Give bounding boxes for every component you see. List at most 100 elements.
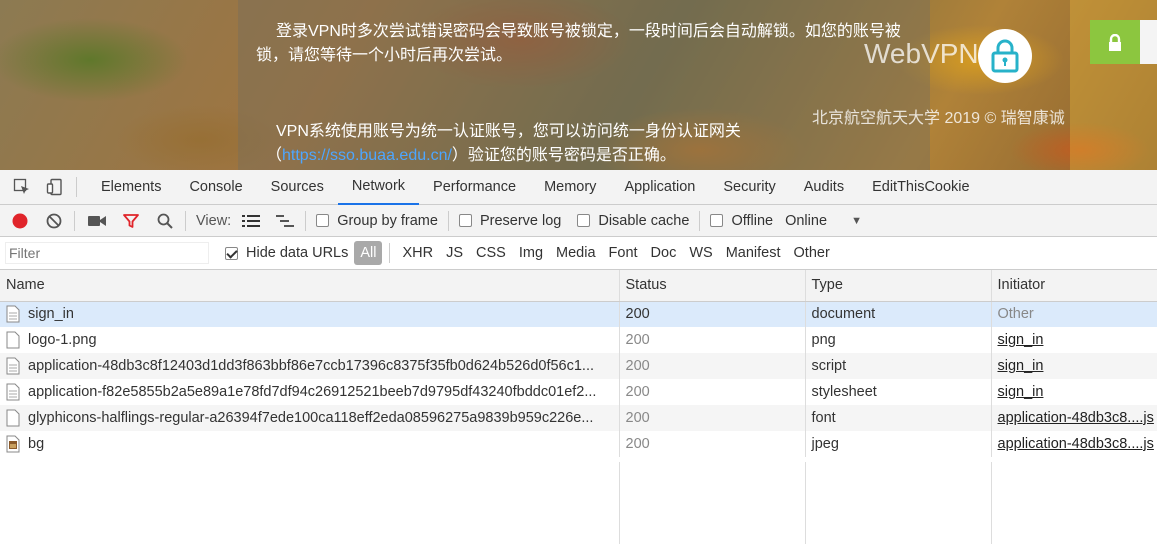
tab-performance[interactable]: Performance — [419, 170, 530, 205]
type-filter-img[interactable]: Img — [513, 241, 549, 265]
tab-audits[interactable]: Audits — [790, 170, 858, 205]
group-by-frame-label: Group by frame — [337, 212, 438, 229]
type-filter-font[interactable]: Font — [603, 241, 644, 265]
preserve-log-checkbox[interactable]: Preserve log — [458, 212, 562, 229]
column-divider — [805, 462, 806, 544]
search-icon[interactable] — [155, 211, 175, 231]
request-name-cell[interactable]: application-f82e5855b2a5e89a1e78fd7df94c… — [0, 379, 620, 405]
filter-icon[interactable] — [121, 211, 141, 231]
type-filter-ws[interactable]: WS — [683, 241, 718, 265]
column-type[interactable]: Type — [805, 270, 992, 302]
column-status[interactable]: Status — [619, 270, 806, 302]
request-name: application-f82e5855b2a5e89a1e78fd7df94c… — [28, 383, 597, 400]
preserve-log-box[interactable] — [458, 214, 472, 227]
group-by-frame-checkbox[interactable]: Group by frame — [316, 213, 438, 229]
initiator-link[interactable]: application-48db3c8....js — [998, 410, 1154, 426]
type-filter-css[interactable]: CSS — [470, 241, 512, 265]
tab-network[interactable]: Network — [337, 170, 420, 205]
tab-security[interactable]: Security — [709, 170, 789, 205]
toolbar-divider — [699, 210, 701, 231]
disable-cache-label: Disable cache — [598, 212, 690, 229]
login-button[interactable] — [1090, 20, 1140, 64]
filter-divider — [389, 243, 391, 263]
table-header: Name Status Type Initiator — [0, 270, 1157, 302]
hide-data-urls-checkbox[interactable]: Hide data URLs — [225, 245, 348, 261]
request-name: application-48db3c8f12403d1dd3f863bbf86e… — [28, 357, 595, 374]
disable-cache-checkbox[interactable]: Disable cache — [577, 213, 689, 229]
request-initiator: sign_in — [991, 327, 1157, 353]
request-name-cell[interactable]: glyphicons-halflings-regular-a26394f7ede… — [0, 405, 620, 431]
request-name: logo-1.png — [28, 331, 97, 348]
throttling-value: Online — [785, 212, 828, 229]
hide-data-urls-box[interactable] — [225, 246, 238, 260]
column-divider — [991, 462, 992, 544]
request-name-cell[interactable]: bg — [0, 431, 620, 457]
type-filter-all[interactable]: All — [354, 241, 383, 265]
request-type: jpeg — [805, 431, 992, 457]
request-initiator: Other — [991, 301, 1157, 327]
copyright-text: 北京航空航天大学 2019 © 瑞智康诚 — [812, 110, 1065, 127]
table-row[interactable]: logo-1.png 200 png sign_in — [0, 327, 1157, 353]
type-filter-js[interactable]: JS — [440, 241, 469, 265]
request-status: 200 — [619, 301, 806, 327]
devtools-tabbar: Elements Console Sources Network Perform… — [0, 170, 1157, 205]
waterfall-view-icon[interactable] — [275, 211, 295, 231]
webpage-background: 登录VPN时多次尝试错误密码会导致账号被锁定，一段时间后会自动解锁。如您的账号被… — [0, 0, 1157, 170]
request-status: 200 — [619, 353, 806, 379]
devtools-panel: Elements Console Sources Network Perform… — [0, 170, 1157, 544]
tab-memory[interactable]: Memory — [530, 170, 610, 205]
table-row[interactable]: application-f82e5855b2a5e89a1e78fd7df94c… — [0, 379, 1157, 405]
request-name-cell[interactable]: logo-1.png — [0, 327, 620, 353]
tab-elements[interactable]: Elements — [87, 170, 175, 205]
record-icon[interactable] — [10, 211, 30, 231]
request-status: 200 — [619, 379, 806, 405]
jpeg-image-icon — [6, 435, 20, 453]
preserve-log-label: Preserve log — [479, 212, 562, 229]
type-filter-doc[interactable]: Doc — [645, 241, 683, 265]
type-filter-xhr[interactable]: XHR — [396, 241, 439, 265]
document-icon — [6, 305, 20, 323]
column-initiator[interactable]: Initiator — [991, 270, 1157, 302]
initiator-link[interactable]: sign_in — [998, 332, 1044, 348]
throttling-select[interactable]: Online ▼ — [785, 213, 862, 229]
clear-icon[interactable] — [44, 211, 64, 231]
request-name: sign_in — [28, 306, 74, 323]
table-row[interactable]: sign_in 200 document Other — [0, 301, 1157, 327]
inspect-element-icon[interactable] — [11, 176, 33, 198]
type-filter-other[interactable]: Other — [788, 241, 836, 265]
sso-link[interactable]: https://sso.buaa.edu.cn/ — [282, 147, 452, 164]
filter-input[interactable] — [5, 242, 209, 264]
table-row[interactable]: application-48db3c8f12403d1dd3f863bbf86e… — [0, 353, 1157, 379]
disable-cache-box[interactable] — [577, 214, 591, 227]
initiator-link[interactable]: sign_in — [998, 384, 1044, 400]
device-toolbar-icon[interactable] — [44, 176, 66, 198]
tab-sources[interactable]: Sources — [257, 170, 338, 205]
tab-editthiscookie[interactable]: EditThisCookie — [858, 170, 984, 205]
initiator-link[interactable]: sign_in — [998, 358, 1044, 374]
offline-checkbox[interactable]: Offline — [710, 213, 773, 229]
toolbar-divider — [185, 210, 186, 231]
hide-data-urls-label: Hide data URLs — [246, 245, 349, 261]
table-empty-area — [0, 462, 1157, 544]
column-name[interactable]: Name — [0, 270, 620, 302]
tab-application[interactable]: Application — [610, 170, 709, 205]
toolbar-divider — [305, 210, 307, 231]
large-rows-icon[interactable] — [241, 211, 261, 231]
initiator-text: Other — [997, 306, 1034, 323]
type-filter-manifest[interactable]: Manifest — [720, 241, 787, 265]
group-by-frame-box[interactable] — [316, 214, 330, 227]
image-file-icon — [6, 331, 20, 349]
video-camera-icon[interactable] — [87, 211, 107, 231]
table-row[interactable]: bg 200 jpeg application-48db3c8....js — [0, 431, 1157, 457]
login-dropdown[interactable] — [1140, 20, 1157, 64]
network-toolbar: View: Group by frame Preserve log Disabl… — [0, 205, 1157, 237]
table-row[interactable]: glyphicons-halflings-regular-a26394f7ede… — [0, 405, 1157, 431]
initiator-link[interactable]: application-48db3c8....js — [998, 436, 1154, 452]
request-status: 200 — [619, 405, 806, 431]
tab-console[interactable]: Console — [175, 170, 256, 205]
requests-table: Name Status Type Initiator sign_in 200 d… — [0, 270, 1157, 457]
type-filter-media[interactable]: Media — [550, 241, 602, 265]
request-name-cell[interactable]: sign_in — [0, 301, 620, 327]
request-name-cell[interactable]: application-48db3c8f12403d1dd3f863bbf86e… — [0, 353, 620, 379]
offline-box[interactable] — [710, 214, 724, 227]
